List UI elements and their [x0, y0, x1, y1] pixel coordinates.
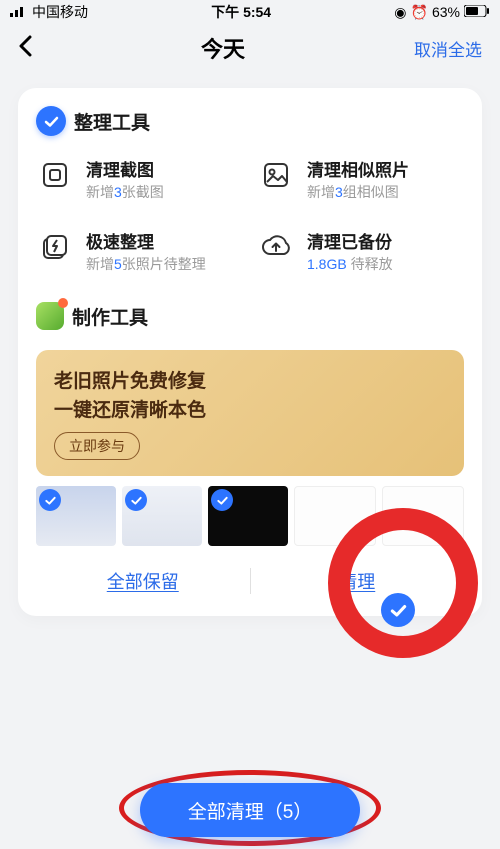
alarm-icon: ⏰ [411, 4, 428, 21]
check-icon [211, 489, 233, 511]
tool-clean-backup[interactable]: 清理已备份 1.8GB 待释放 [257, 228, 464, 274]
screenshot-icon [36, 156, 74, 194]
creation-title: 制作工具 [72, 303, 148, 330]
tool-title: 清理相似照片 [307, 156, 409, 181]
deselect-all-button[interactable]: 取消全选 [414, 36, 482, 61]
tool-sub: 1.8GB 待释放 [307, 254, 393, 274]
clean-all-button[interactable]: 全部清理（5） [140, 783, 360, 837]
cloud-upload-icon [257, 228, 295, 266]
similar-photos-icon [257, 156, 295, 194]
main-card: 整理工具 清理截图 新增3张截图 清理相似照片 新增3组相似图 [18, 88, 482, 616]
thumbnail-item[interactable] [382, 486, 464, 546]
clean-button[interactable]: 清理 [251, 560, 465, 602]
promo-cta-button[interactable]: 立即参与 [54, 432, 140, 460]
thumbnail-item[interactable] [294, 486, 376, 546]
status-time: 下午 5:54 [211, 2, 271, 22]
lightning-icon [36, 228, 74, 266]
tool-sub: 新增3张截图 [86, 182, 164, 202]
thumbnail-item[interactable] [122, 486, 202, 546]
location-icon: ◉ [394, 4, 406, 21]
tool-clean-similar[interactable]: 清理相似照片 新增3组相似图 [257, 156, 464, 202]
nav-bar: 今天 取消全选 [0, 24, 500, 72]
status-left: 中国移动 [10, 2, 88, 22]
keep-all-button[interactable]: 全部保留 [36, 560, 250, 602]
tool-fast-organize[interactable]: 极速整理 新增5张照片待整理 [36, 228, 243, 274]
thumbnail-strip [36, 486, 464, 546]
promo-line2: 一键还原清晰本色 [54, 395, 446, 422]
highlighted-check-icon [381, 593, 415, 627]
creation-header: 制作工具 [36, 302, 464, 330]
tool-title: 极速整理 [86, 228, 206, 253]
status-bar: 中国移动 下午 5:54 ◉ ⏰ 63% [0, 0, 500, 24]
page-title: 今天 [201, 32, 245, 64]
tools-grid: 清理截图 新增3张截图 清理相似照片 新增3组相似图 极速整理 新增5张照片待整… [36, 156, 464, 274]
tool-clean-screenshots[interactable]: 清理截图 新增3张截图 [36, 156, 243, 202]
signal-icon [10, 4, 28, 20]
tool-title: 清理已备份 [307, 228, 393, 253]
tool-sub: 新增3组相似图 [307, 182, 409, 202]
organize-header: 整理工具 [36, 106, 464, 136]
carrier-label: 中国移动 [32, 2, 88, 22]
check-icon [39, 489, 61, 511]
battery-label: 63% [432, 4, 460, 20]
promo-line1: 老旧照片免费修复 [54, 366, 446, 393]
battery-icon [464, 4, 490, 20]
organize-title: 整理工具 [74, 108, 150, 135]
back-button[interactable] [18, 33, 32, 64]
status-right: ◉ ⏰ 63% [394, 4, 490, 21]
tool-title: 清理截图 [86, 156, 164, 181]
thumbnail-item[interactable] [36, 486, 116, 546]
tool-sub: 新增5张照片待整理 [86, 254, 206, 274]
check-icon [125, 489, 147, 511]
verified-icon [36, 106, 66, 136]
creation-icon [36, 302, 64, 330]
thumbnail-item[interactable] [208, 486, 288, 546]
promo-banner[interactable]: 老旧照片免费修复 一键还原清晰本色 立即参与 [36, 350, 464, 476]
